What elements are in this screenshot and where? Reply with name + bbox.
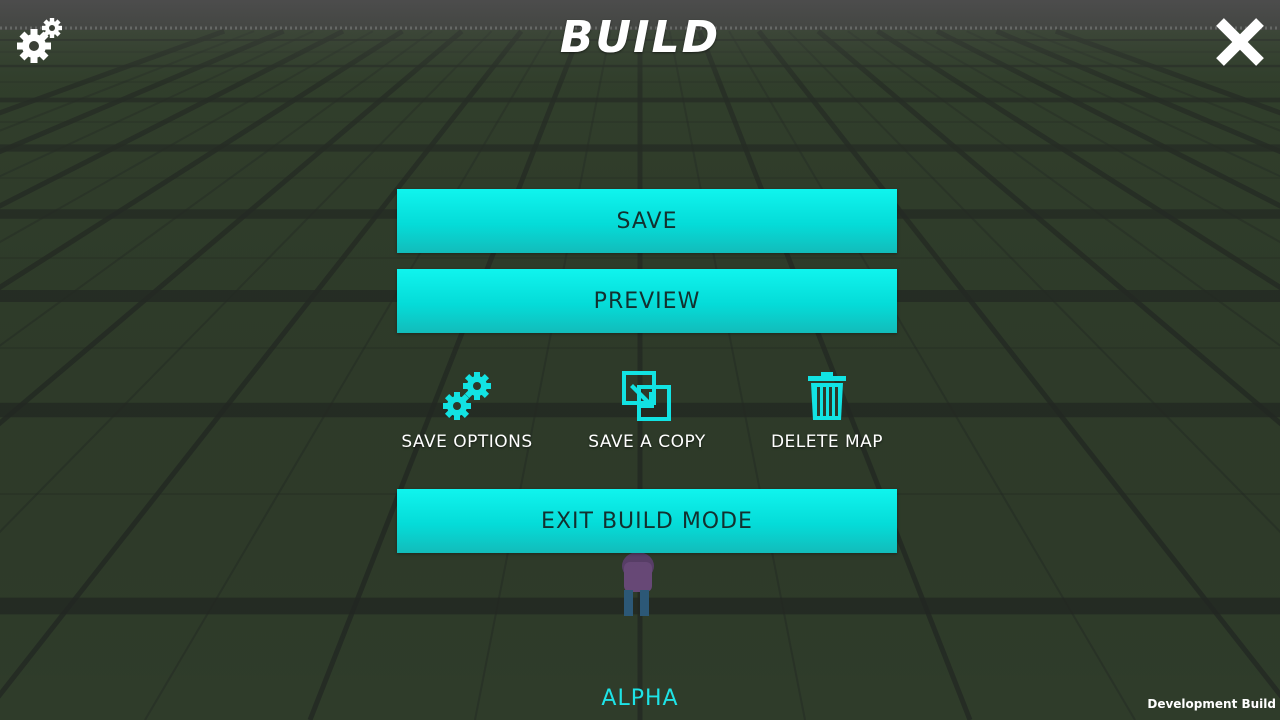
- save-button-label: SAVE: [616, 208, 678, 234]
- save-copy-button[interactable]: SAVE A COPY: [562, 370, 732, 465]
- save-button[interactable]: SAVE: [397, 189, 897, 253]
- save-options-button[interactable]: SAVE OPTIONS: [382, 370, 552, 465]
- save-options-label: SAVE OPTIONS: [401, 432, 533, 452]
- preview-button-label: PREVIEW: [593, 288, 701, 314]
- ground-grid-background: [0, 0, 1280, 720]
- gear-icon: [17, 18, 62, 63]
- gears-icon: [443, 372, 491, 420]
- version-label: ALPHA: [601, 686, 679, 711]
- settings-button[interactable]: [16, 16, 66, 66]
- trash-icon: [808, 372, 846, 420]
- delete-map-label: DELETE MAP: [770, 432, 884, 452]
- preview-button[interactable]: PREVIEW: [397, 269, 897, 333]
- save-copy-label: SAVE A COPY: [588, 432, 706, 452]
- close-button[interactable]: [1212, 14, 1268, 70]
- development-build-label: Development Build: [1147, 697, 1276, 711]
- delete-map-button[interactable]: DELETE MAP: [742, 370, 912, 465]
- exit-build-mode-button[interactable]: EXIT BUILD MODE: [397, 489, 897, 553]
- page-title: BUILD: [559, 12, 721, 63]
- close-icon: [1216, 18, 1264, 66]
- exit-build-mode-label: EXIT BUILD MODE: [541, 508, 753, 534]
- copy-icon: [622, 371, 671, 421]
